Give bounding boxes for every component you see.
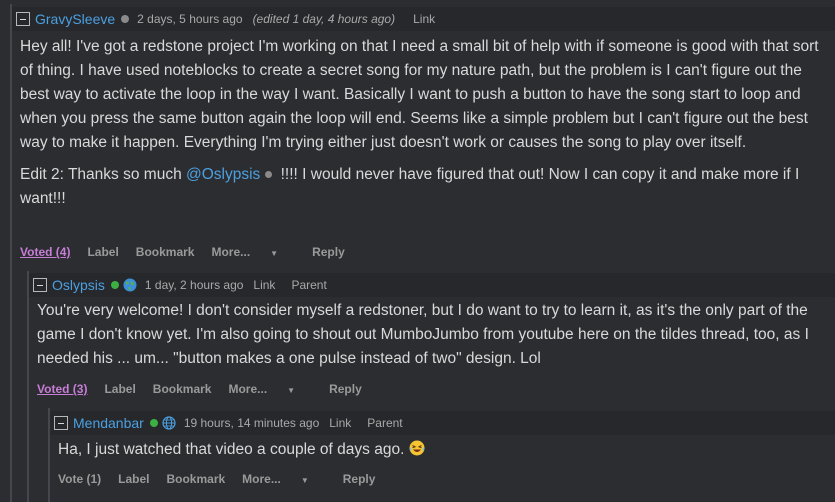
reply-button[interactable]: Reply bbox=[343, 472, 376, 486]
username[interactable]: Oslypsis bbox=[52, 277, 105, 293]
edited-timestamp: (edited 1 day, 4 hours ago) bbox=[252, 12, 396, 26]
permalink[interactable]: Link bbox=[253, 278, 275, 292]
username[interactable]: GravySleeve bbox=[35, 11, 115, 27]
vote-button[interactable]: Voted (3) bbox=[37, 382, 87, 396]
comment-edit-paragraph: Edit 2: Thanks so much @Oslypsis !!!! I … bbox=[20, 163, 832, 211]
comment-actions: Voted (3) Label Bookmark More... ▼ Reply bbox=[37, 382, 379, 396]
collapse-icon[interactable] bbox=[33, 278, 47, 292]
more-label: More... bbox=[228, 382, 268, 396]
comment-paragraph: Hey all! I've got a redstone project I'm… bbox=[20, 38, 819, 151]
reply-button[interactable]: Reply bbox=[329, 382, 362, 396]
laughing-tears-emoji bbox=[409, 440, 425, 456]
more-menu-button[interactable]: More... ▼ bbox=[211, 245, 295, 259]
comment-mendanbar: Mendanbar 19 hours, 14 minutes ago Link … bbox=[48, 408, 835, 502]
collapse-icon[interactable] bbox=[16, 12, 30, 26]
comment-actions: Vote (1) Label Bookmark More... ▼ Reply bbox=[58, 472, 392, 486]
comment-text: You're very welcome! I don't consider my… bbox=[37, 302, 809, 367]
user-mention[interactable]: @Oslypsis bbox=[186, 166, 260, 183]
more-menu-button[interactable]: More... ▼ bbox=[242, 472, 326, 486]
permalink[interactable]: Link bbox=[413, 12, 435, 26]
timestamp: 1 day, 2 hours ago bbox=[144, 278, 244, 292]
permalink[interactable]: Link bbox=[329, 416, 351, 430]
parent-link[interactable]: Parent bbox=[367, 416, 402, 430]
comment-actions: Voted (4) Label Bookmark More... ▼ Reply bbox=[20, 245, 362, 259]
timestamp: 19 hours, 14 minutes ago bbox=[183, 416, 320, 430]
comment-header: Mendanbar 19 hours, 14 minutes ago Link … bbox=[50, 411, 835, 435]
online-dot-icon bbox=[110, 281, 119, 289]
globe-icon bbox=[162, 416, 176, 430]
comment-text-content: Ha, I just watched that video a couple o… bbox=[58, 441, 405, 458]
username[interactable]: Mendanbar bbox=[73, 415, 144, 431]
comment-text: Hey all! I've got a redstone project I'm… bbox=[20, 35, 832, 211]
edit-prefix: Edit 2: Thanks so much bbox=[20, 166, 186, 183]
status-dot-icon bbox=[121, 15, 130, 23]
more-label: More... bbox=[242, 472, 281, 486]
timestamp: 2 days, 5 hours ago bbox=[137, 12, 243, 26]
comment-header: GravySleeve 2 days, 5 hours ago (edited … bbox=[12, 7, 835, 31]
comment-text: Ha, I just watched that video a couple o… bbox=[58, 438, 827, 462]
vote-button[interactable]: Vote (1) bbox=[58, 472, 101, 486]
label-button[interactable]: Label bbox=[87, 245, 118, 259]
more-menu-button[interactable]: More... ▼ bbox=[228, 382, 312, 396]
globe-icon bbox=[123, 278, 137, 292]
parent-link[interactable]: Parent bbox=[291, 278, 326, 292]
label-button[interactable]: Label bbox=[118, 472, 149, 486]
comment-header: Oslypsis 1 day, 2 hours ago Link Parent bbox=[29, 273, 835, 297]
vote-button[interactable]: Voted (4) bbox=[20, 245, 70, 259]
chevron-down-icon: ▼ bbox=[300, 476, 309, 485]
online-dot-icon bbox=[149, 419, 158, 427]
bookmark-button[interactable]: Bookmark bbox=[136, 245, 195, 259]
chevron-down-icon: ▼ bbox=[287, 386, 296, 395]
reply-button[interactable]: Reply bbox=[312, 245, 345, 259]
bookmark-button[interactable]: Bookmark bbox=[166, 472, 225, 486]
label-button[interactable]: Label bbox=[104, 382, 135, 396]
bookmark-button[interactable]: Bookmark bbox=[153, 382, 212, 396]
collapse-icon[interactable] bbox=[54, 416, 68, 430]
chevron-down-icon: ▼ bbox=[270, 249, 279, 258]
status-dot-icon bbox=[265, 170, 273, 178]
more-label: More... bbox=[211, 245, 251, 259]
